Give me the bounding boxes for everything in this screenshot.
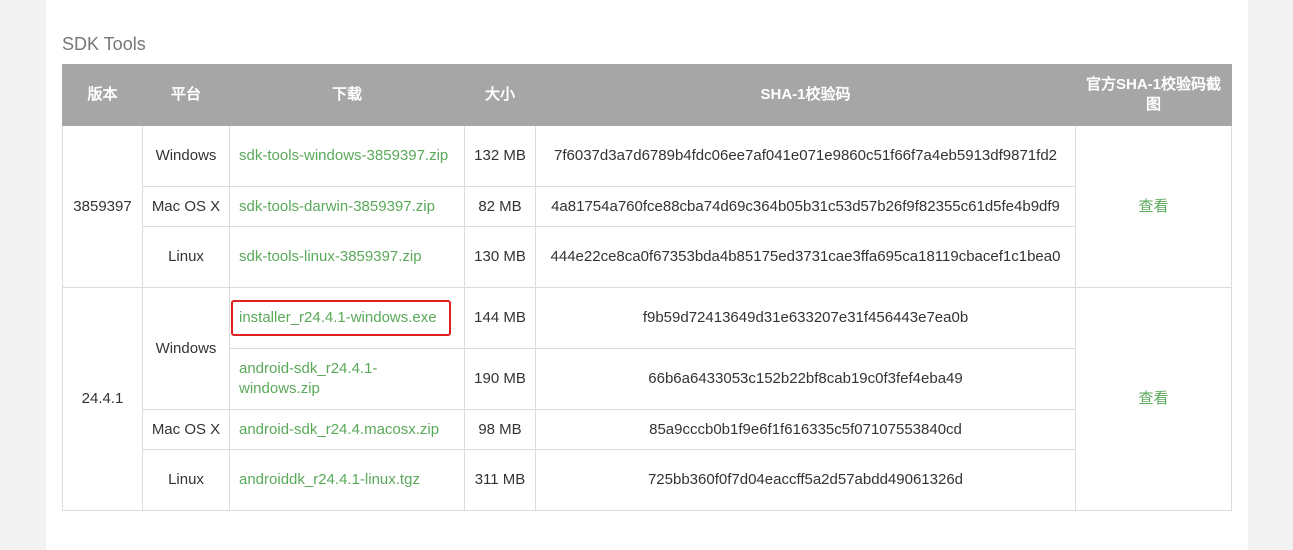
table-row: android-sdk_r24.4.1-windows.zip 190 MB 6… [63, 348, 1232, 410]
size-cell: 190 MB [464, 348, 536, 410]
size-cell: 98 MB [464, 409, 536, 450]
platform-cell: Mac OS X [142, 186, 230, 227]
platform-cell: Linux [142, 226, 230, 288]
table-row: 24.4.1 Windows installer_r24.4.1-windows… [62, 287, 1232, 511]
download-cell: androiddk_r24.4.1-linux.tgz [229, 449, 465, 511]
sha1-cell: 4a81754a760fce88cba74d69c364b05b31c53d57… [535, 186, 1076, 227]
sha1-cell: 725bb360f0f7d04eaccff5a2d57abdd49061326d [535, 449, 1076, 511]
sdk-tools-table: 版本 平台 下载 大小 SHA-1校验码 官方SHA-1校验码截图 385939… [62, 64, 1232, 511]
download-link[interactable]: androiddk_r24.4.1-linux.tgz [239, 471, 420, 488]
size-cell: 132 MB [464, 125, 536, 187]
download-link[interactable]: installer_r24.4.1-windows.exe [239, 309, 437, 326]
table-row: Mac OS X android-sdk_r24.4.macosx.zip 98… [63, 409, 1232, 450]
screenshot-cell: 查看 [1075, 125, 1232, 288]
download-link[interactable]: sdk-tools-linux-3859397.zip [239, 248, 422, 265]
size-cell: 82 MB [464, 186, 536, 227]
table-row: Linux sdk-tools-linux-3859397.zip 130 MB… [63, 226, 1232, 288]
download-link[interactable]: sdk-tools-windows-3859397.zip [239, 147, 448, 164]
view-screenshot-link[interactable]: 查看 [1138, 390, 1168, 407]
sha1-cell: 66b6a6433053c152b22bf8cab19c0f3fef4eba49 [535, 348, 1076, 410]
download-cell: sdk-tools-darwin-3859397.zip [229, 186, 465, 227]
download-cell: android-sdk_r24.4.1-windows.zip [229, 348, 465, 410]
table-row: Linux androiddk_r24.4.1-linux.tgz 311 MB… [63, 449, 1232, 511]
version-cell: 3859397 [62, 125, 143, 288]
header-screenshot: 官方SHA-1校验码截图 [1075, 64, 1232, 126]
download-cell: android-sdk_r24.4.macosx.zip [229, 409, 465, 450]
platform-cell: Windows [142, 125, 230, 187]
highlight-box: installer_r24.4.1-windows.exe [231, 300, 451, 336]
table-row: Mac OS X sdk-tools-darwin-3859397.zip 82… [63, 186, 1232, 227]
platform-cell: Windows [142, 287, 230, 410]
sha1-cell: 85a9cccb0b1f9e6f1f616335c5f07107553840cd [535, 409, 1076, 450]
header-platform: 平台 [142, 64, 230, 126]
platform-cell: Linux [142, 449, 230, 511]
download-link[interactable]: sdk-tools-darwin-3859397.zip [239, 198, 435, 215]
download-cell: installer_r24.4.1-windows.exe [229, 287, 465, 349]
section-title: SDK Tools [62, 34, 146, 54]
download-link[interactable]: android-sdk_r24.4.macosx.zip [239, 421, 439, 438]
screenshot-cell: 查看 [1075, 287, 1232, 511]
version-cell: 24.4.1 [62, 287, 143, 511]
header-download: 下载 [229, 64, 465, 126]
platform-cell: Mac OS X [142, 409, 230, 450]
sha1-cell: 444e22ce8ca0f67353bda4b85175ed3731cae3ff… [535, 226, 1076, 288]
download-cell: sdk-tools-linux-3859397.zip [229, 226, 465, 288]
table-header-row: 版本 平台 下载 大小 SHA-1校验码 官方SHA-1校验码截图 [62, 64, 1232, 126]
view-screenshot-link[interactable]: 查看 [1138, 198, 1168, 215]
size-cell: 144 MB [464, 287, 536, 349]
header-size: 大小 [464, 64, 536, 126]
sha1-cell: 7f6037d3a7d6789b4fdc06ee7af041e071e9860c… [535, 125, 1076, 187]
download-cell: sdk-tools-windows-3859397.zip [229, 125, 465, 187]
header-version: 版本 [62, 64, 143, 126]
sha1-cell: f9b59d72413649d31e633207e31f456443e7ea0b [535, 287, 1076, 349]
size-cell: 311 MB [464, 449, 536, 511]
size-cell: 130 MB [464, 226, 536, 288]
header-sha1: SHA-1校验码 [535, 64, 1076, 126]
download-link[interactable]: android-sdk_r24.4.1-windows.zip [239, 360, 377, 397]
table-row: 3859397 Windows sdk-tools-windows-385939… [62, 125, 1232, 288]
